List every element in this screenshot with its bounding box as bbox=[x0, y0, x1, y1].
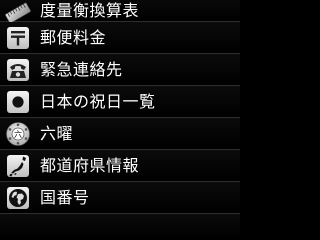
list-item-conversion-table[interactable]: 度量衡換算表 bbox=[0, 0, 240, 24]
japan-map-icon bbox=[5, 153, 31, 179]
list-item-label: 度量衡換算表 bbox=[40, 1, 140, 20]
menu-list: 度量衡換算表 郵便料金 緊急連絡先 日本の祝日一覧 六 六曜 都道府県情報 国番… bbox=[0, 0, 240, 240]
list-item-rokuyo[interactable]: 六 六曜 bbox=[0, 118, 240, 150]
list-item-prefecture-info[interactable]: 都道府県情報 bbox=[0, 150, 240, 182]
list-item-emergency-contacts[interactable]: 緊急連絡先 bbox=[0, 54, 240, 86]
globe-icon bbox=[5, 185, 31, 211]
list-item-postal-fee[interactable]: 郵便料金 bbox=[0, 22, 240, 54]
telephone-icon bbox=[5, 57, 31, 83]
list-item-label: 日本の祝日一覧 bbox=[40, 92, 156, 111]
list-item-next[interactable] bbox=[0, 214, 240, 240]
list-item-japan-holidays[interactable]: 日本の祝日一覧 bbox=[0, 86, 240, 118]
postal-mark-icon bbox=[5, 25, 31, 51]
list-item-label: 都道府県情報 bbox=[40, 156, 140, 175]
list-item-label: 郵便料金 bbox=[40, 28, 107, 47]
svg-text:六: 六 bbox=[14, 129, 22, 139]
list-item-label: 緊急連絡先 bbox=[40, 60, 123, 79]
rokuyo-wheel-icon: 六 bbox=[5, 121, 31, 147]
list-item-country-codes[interactable]: 国番号 bbox=[0, 182, 240, 214]
list-item-label: 国番号 bbox=[40, 188, 90, 207]
japan-flag-icon bbox=[5, 89, 31, 115]
list-item-label: 六曜 bbox=[40, 124, 74, 143]
